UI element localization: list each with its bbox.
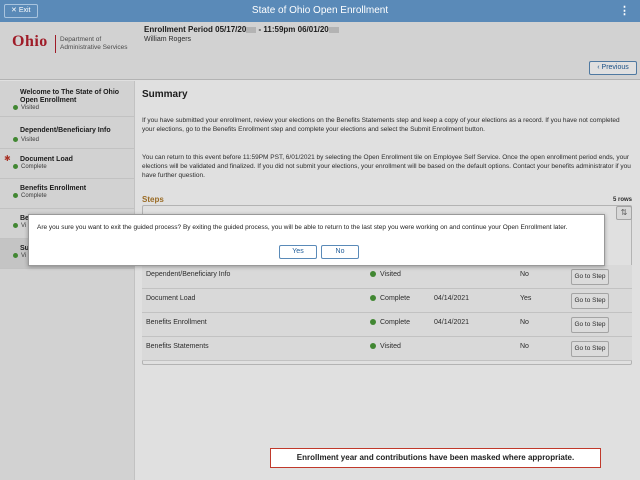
app-title: State of Ohio Open Enrollment xyxy=(251,5,389,16)
yes-button[interactable]: Yes xyxy=(279,245,317,259)
masking-notice: Enrollment year and contributions have b… xyxy=(270,448,601,468)
dialog-message: Are you sure you want to exit the guided… xyxy=(37,224,568,231)
no-button[interactable]: No xyxy=(321,245,359,259)
more-options-icon[interactable]: ⋮ xyxy=(619,4,630,17)
top-bar: ✕ Exit State of Ohio Open Enrollment ⋮ xyxy=(0,0,640,22)
exit-confirmation-dialog: Are you sure you want to exit the guided… xyxy=(28,214,605,266)
